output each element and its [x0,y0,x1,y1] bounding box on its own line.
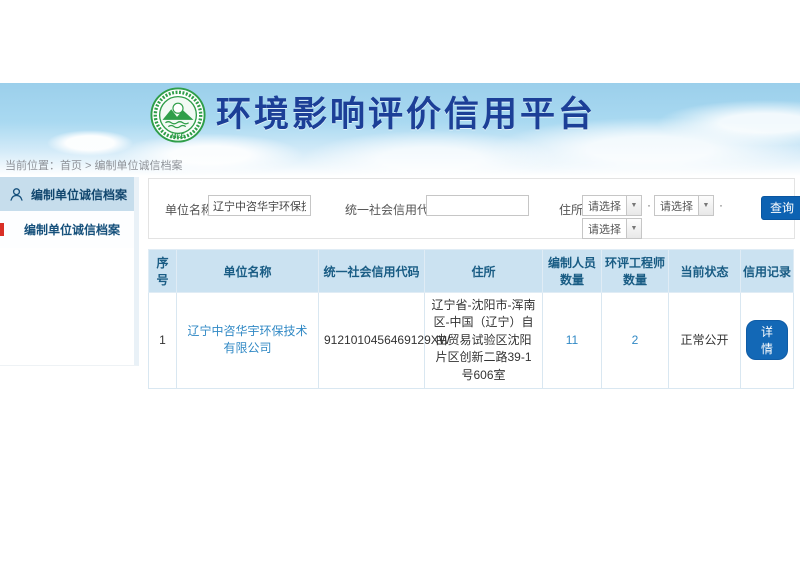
col-header-staff-count: 编制人员数量 [543,250,602,293]
company-link[interactable]: 辽宁中咨华宇环保技术有限公司 [187,324,307,355]
address-separator: · [647,198,651,212]
search-button[interactable]: 查询 [761,196,800,220]
mee-logo-icon: MEE [149,86,207,144]
breadcrumb-separator: > [82,160,95,172]
site-title: 环境影响评价信用平台 [216,86,596,144]
sidebar: 编制单位诚信档案 编制单位诚信档案 [0,177,139,366]
header-banner: MEE 环境影响评价信用平台 当前位置：首页 > 编制单位诚信档案 [0,83,800,176]
table-header-row: 序号 单位名称 统一社会信用代码 住所 编制人员数量 环评工程师数量 当前状态 … [149,250,794,293]
col-header-status: 当前状态 [669,250,741,293]
engineer-count-link[interactable]: 2 [632,333,639,347]
page: MEE 环境影响评价信用平台 当前位置：首页 > 编制单位诚信档案 编制单位诚信… [0,0,800,565]
search-panel: 单位名称 ： 统一社会信用代码 ： 住所 ： 请选择 ▼ · 请选择 ▼ · 请… [148,178,795,239]
chevron-down-icon[interactable]: ▼ [626,196,641,215]
address-district-select[interactable]: 请选择 ▼ [582,218,642,239]
cell-status: 正常公开 [669,293,741,389]
cell-credit-record: 详情 [741,293,794,389]
col-header-unit-name: 单位名称 [177,250,319,293]
breadcrumb-label: 当前位置： [5,160,60,172]
sidebar-item-label: 编制单位诚信档案 [24,221,120,238]
cell-index: 1 [149,293,177,389]
address-city-select[interactable]: 请选择 ▼ [654,195,714,216]
credit-code-input[interactable] [426,195,529,216]
active-item-marker [0,223,4,236]
cell-address: 辽宁省-沈阳市-浑南区-中国（辽宁）自由贸易试验区沈阳片区创新二路39-1号60… [425,293,543,389]
cell-staff-count: 11 [543,293,602,389]
staff-count-link[interactable]: 11 [566,333,578,347]
address-separator: · [719,198,723,212]
unit-name-input[interactable] [208,195,311,216]
address-city-value: 请选择 [655,198,698,214]
detail-button[interactable]: 详情 [746,320,788,360]
address-district-value: 请选择 [583,221,626,237]
col-header-engineer-count: 环评工程师数量 [602,250,669,293]
chevron-down-icon[interactable]: ▼ [698,196,713,215]
breadcrumb: 当前位置：首页 > 编制单位诚信档案 [5,157,183,173]
col-header-address: 住所 [425,250,543,293]
col-header-credit-code: 统一社会信用代码 [319,250,425,293]
table-row: 1 辽宁中咨华宇环保技术有限公司 9121010456469129XW 辽宁省-… [149,293,794,389]
breadcrumb-current: 编制单位诚信档案 [95,160,183,172]
brand: MEE 环境影响评价信用平台 [149,86,596,144]
address-province-select[interactable]: 请选择 ▼ [582,195,642,216]
sidebar-section-label: 编制单位诚信档案 [31,186,127,203]
sidebar-item-credit-archive[interactable]: 编制单位诚信档案 [0,211,134,248]
chevron-down-icon[interactable]: ▼ [626,219,641,238]
cell-credit-code: 9121010456469129XW [319,293,425,389]
col-header-credit-record: 信用记录 [741,250,794,293]
address-province-value: 请选择 [583,198,626,214]
breadcrumb-home-link[interactable]: 首页 [60,160,82,172]
cell-unit-name: 辽宁中咨华宇环保技术有限公司 [177,293,319,389]
results-table: 序号 单位名称 统一社会信用代码 住所 编制人员数量 环评工程师数量 当前状态 … [148,249,794,389]
sidebar-section-header: 编制单位诚信档案 [0,177,134,211]
cell-engineer-count: 2 [602,293,669,389]
user-icon [9,187,24,202]
col-header-index: 序号 [149,250,177,293]
main-content: 单位名称 ： 统一社会信用代码 ： 住所 ： 请选择 ▼ · 请选择 ▼ · 请… [148,178,795,239]
logo-text: MEE [171,133,185,140]
